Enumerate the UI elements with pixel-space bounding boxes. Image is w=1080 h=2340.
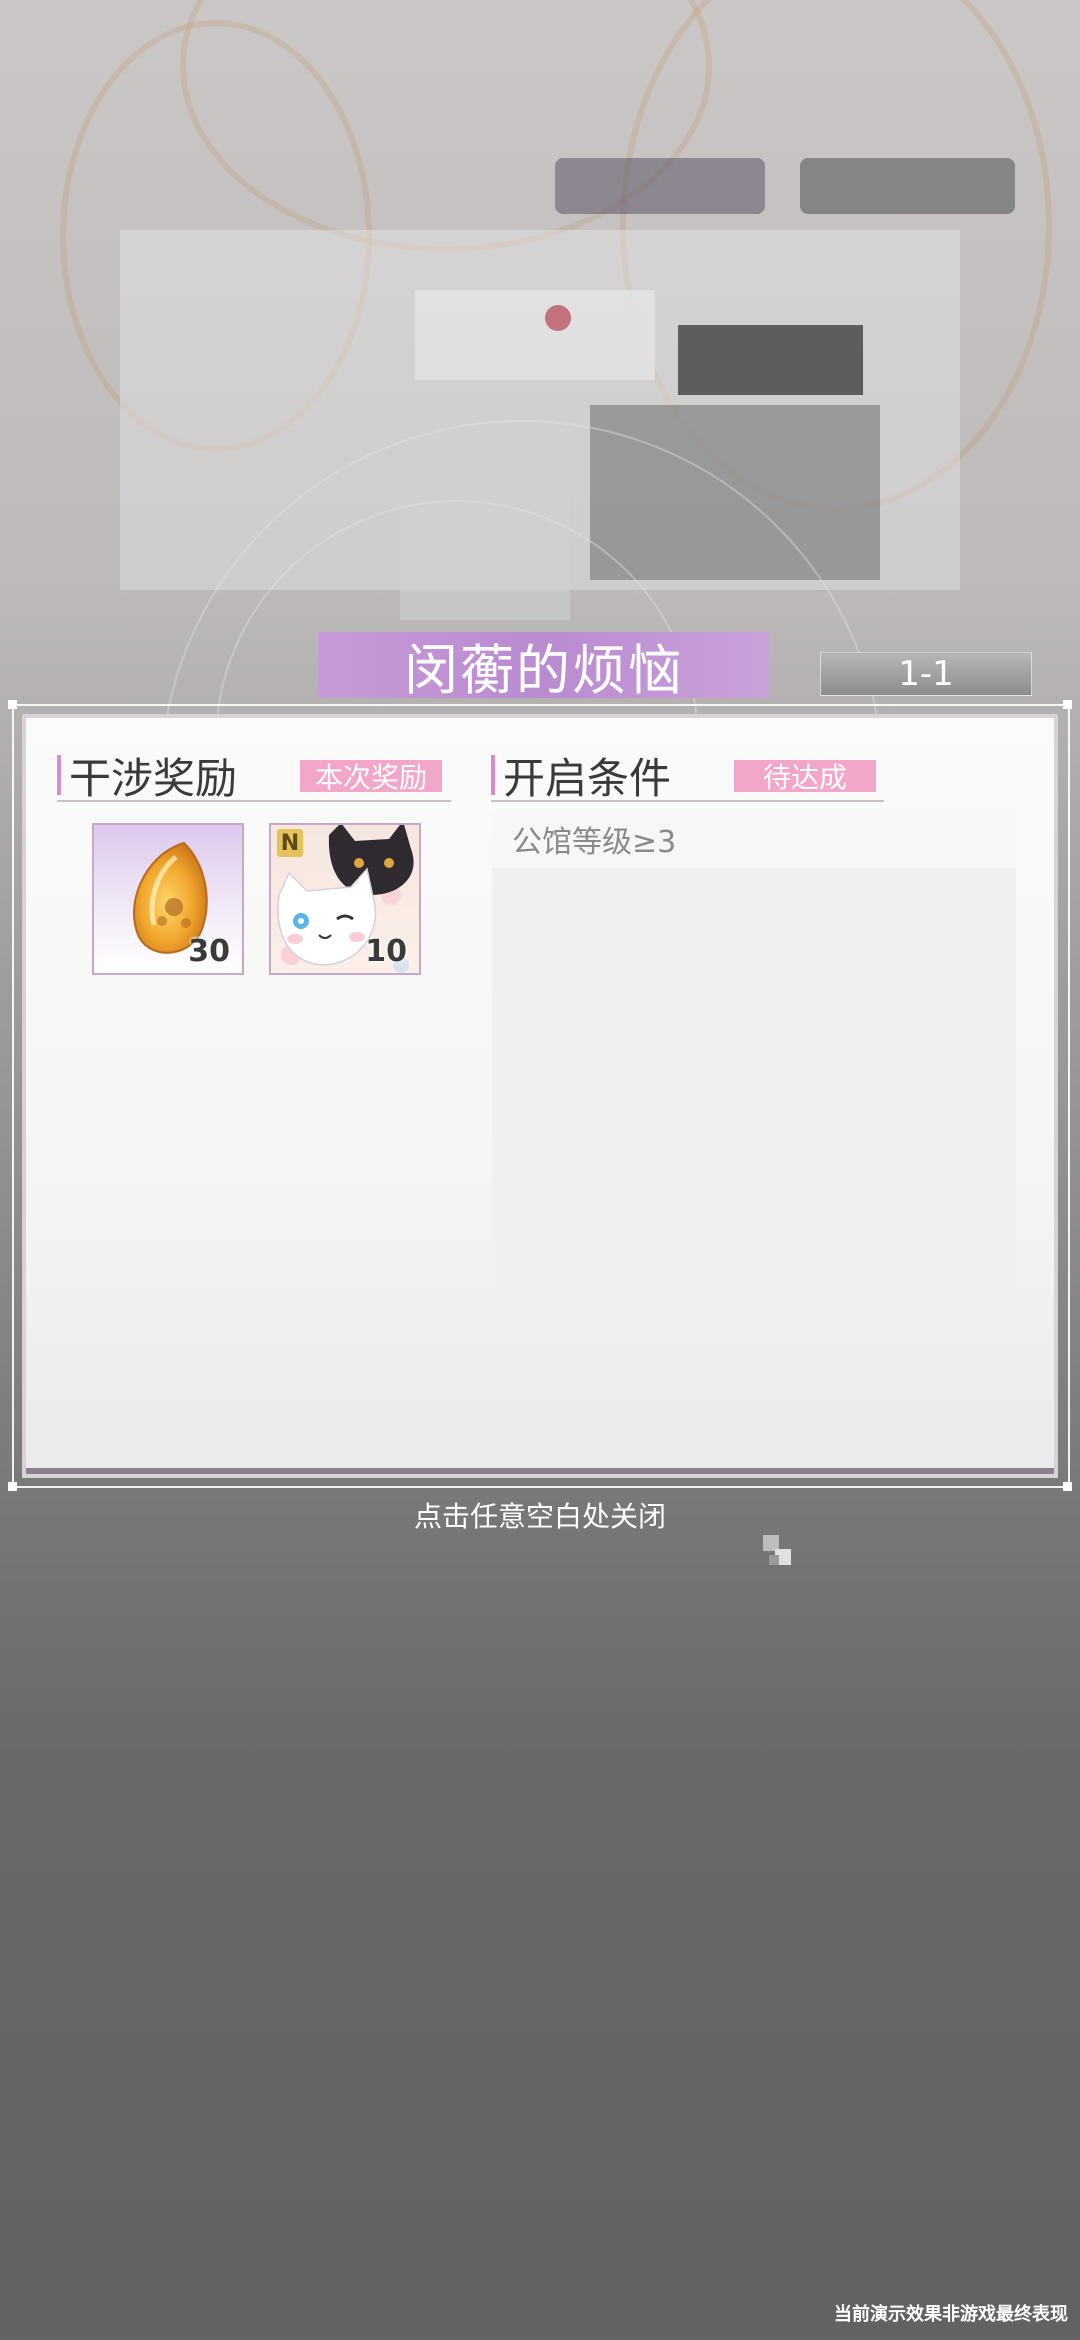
dialog-title: 闵蘅的烦恼 [404, 638, 684, 702]
rarity-badge: N [277, 829, 303, 857]
condition-text: 公馆等级≥3 [512, 825, 677, 860]
frame-corner [8, 700, 17, 709]
stage-badge: 1-1 [820, 652, 1032, 696]
frame-corner [1063, 1482, 1072, 1491]
section-accent-bar [57, 755, 61, 795]
dialog-title-banner: 闵蘅的烦恼 [318, 632, 770, 702]
condition-item: 公馆等级≥3 [492, 810, 1016, 868]
reward-count: 10 [365, 934, 407, 969]
reward-item-amber[interactable]: 30 [92, 823, 244, 975]
stage-number: 1-1 [898, 654, 954, 694]
conditions-tag: 待达成 [734, 760, 876, 794]
frame-corner [8, 1482, 17, 1491]
loading-icon [763, 1535, 791, 1565]
reward-count: 30 [188, 934, 230, 969]
rewards-tag: 本次奖励 [300, 760, 442, 794]
close-hint: 点击任意空白处关闭 [413, 1500, 666, 1533]
frame-corner [1063, 700, 1072, 709]
demo-disclaimer: 当前演示效果非游戏最终表现 [834, 2304, 1068, 2325]
conditions-section-title: 开启条件 [503, 753, 672, 803]
reward-item-cat-card[interactable]: N 10 [269, 823, 421, 975]
section-accent-bar [491, 755, 495, 795]
rewards-section-title: 干涉奖励 [69, 753, 238, 803]
conditions-list: 公馆等级≥3 [492, 810, 1016, 1326]
